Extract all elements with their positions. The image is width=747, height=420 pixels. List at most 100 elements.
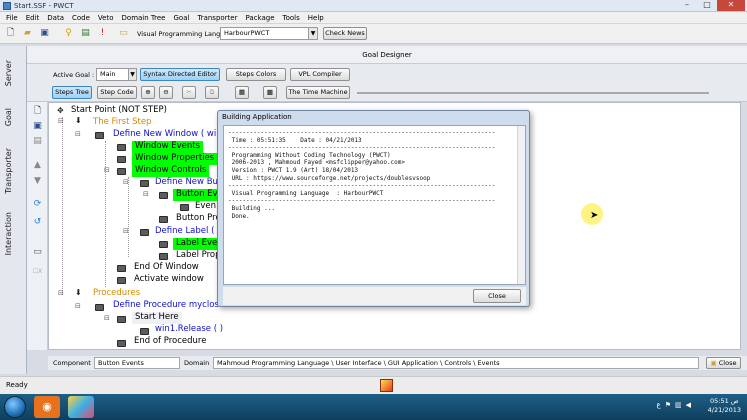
tree-node-define-procedure[interactable]: Define Procedure myclose: [113, 300, 224, 312]
menu-transporter[interactable]: Transporter: [193, 14, 241, 22]
step-icon: [140, 229, 149, 236]
cut-icon[interactable]: ✂: [182, 86, 196, 99]
zoom-out-icon[interactable]: ⊖: [159, 86, 173, 99]
copy-icon[interactable]: ⧉: [205, 86, 219, 99]
tree-node-define-button[interactable]: Define New Butt: [155, 177, 225, 189]
title-bar: Start.SSF - PWCT – □ ✕: [0, 0, 747, 12]
tree-node-define-window[interactable]: Define New Window ( win: [113, 129, 222, 141]
collapse-icon[interactable]: ⊟: [104, 314, 110, 322]
menu-data[interactable]: Data: [43, 14, 68, 22]
collapse-icon[interactable]: ⊟: [75, 302, 81, 310]
collapse-icon[interactable]: ⊟: [123, 227, 129, 235]
zoom-in-icon[interactable]: ⊕: [141, 86, 155, 99]
step-code-button[interactable]: Step Code: [97, 86, 137, 99]
menu-goal[interactable]: Goal: [170, 14, 194, 22]
save-icon[interactable]: ▣: [39, 28, 50, 39]
status-close-button[interactable]: ▣ Close: [706, 357, 741, 369]
undo-icon[interactable]: ↺: [32, 217, 43, 228]
tree-node-event[interactable]: Even: [195, 201, 216, 213]
tab-server[interactable]: Server: [4, 60, 13, 86]
collapse-icon[interactable]: ⊟: [104, 166, 110, 174]
syntax-editor-button[interactable]: Syntax Directed Editor: [140, 68, 220, 81]
build-log[interactable]: ----------------------------------------…: [223, 125, 526, 285]
domain-field[interactable]: Mahmoud Programming Language \ User Inte…: [213, 357, 699, 369]
properties-icon[interactable]: ▤: [32, 136, 43, 147]
pwct-taskbar-icon[interactable]: [68, 396, 94, 418]
menu-help[interactable]: Help: [304, 14, 328, 22]
menu-file[interactable]: File: [2, 14, 22, 22]
menu-code[interactable]: Code: [68, 14, 94, 22]
tree-node-define-label[interactable]: Define Label ( l: [155, 226, 219, 238]
new-file-icon[interactable]: 🗋: [5, 28, 16, 39]
active-goal-label: Active Goal :: [53, 71, 95, 79]
minimize-button[interactable]: –: [677, 0, 697, 11]
menu-domain-tree[interactable]: Domain Tree: [118, 14, 170, 22]
tree-node-window-controls[interactable]: Window Controls: [132, 165, 210, 177]
tree-node-activate-window[interactable]: Activate window: [134, 274, 204, 286]
vpl-select[interactable]: HarbourPWCT ▼: [220, 27, 318, 40]
steps-colors-button[interactable]: Steps Colors: [226, 68, 286, 81]
menu-veto[interactable]: Veto: [94, 14, 118, 22]
tab-transporter[interactable]: Transporter: [4, 148, 13, 194]
active-goal-value: Main: [100, 70, 116, 78]
report-icon[interactable]: ▤: [80, 28, 91, 39]
move-down-icon[interactable]: ▼: [32, 176, 43, 187]
tree-node-window-events[interactable]: Window Events: [132, 141, 203, 153]
language-indicator[interactable]: ع: [657, 401, 661, 409]
check-news-button[interactable]: Check News: [323, 27, 367, 40]
collapse-icon[interactable]: ⊟: [143, 190, 149, 198]
firefox-icon[interactable]: ◉: [34, 396, 60, 418]
open-folder-icon[interactable]: ▰: [22, 28, 33, 39]
time-machine-slider[interactable]: [357, 92, 709, 94]
close-window-button[interactable]: ✕: [717, 0, 745, 11]
print-icon[interactable]: ▩: [263, 86, 277, 99]
tree-node-first-step[interactable]: The First Step: [93, 117, 151, 129]
tree-node-procedures[interactable]: Procedures: [93, 288, 140, 300]
app-icon: [3, 2, 11, 10]
component-field[interactable]: Button Events: [94, 357, 180, 369]
menu-package[interactable]: Package: [241, 14, 278, 22]
tree-node-window-properties[interactable]: Window Properties: [132, 153, 218, 165]
dialog-close-button[interactable]: Close: [473, 289, 521, 303]
collapse-icon[interactable]: ⊟: [58, 289, 64, 297]
tree-node-end-procedure[interactable]: End of Procedure: [134, 336, 206, 348]
tree-node-start-point[interactable]: Start Point (NOT STEP): [71, 105, 167, 117]
maximize-button[interactable]: □: [697, 0, 717, 11]
tree-node-win1-release[interactable]: win1.Release ( ): [155, 324, 223, 336]
tray-volume-icon[interactable]: ◀: [686, 401, 691, 409]
alert-icon[interactable]: !: [97, 28, 108, 39]
hint-icon[interactable]: ♀: [63, 28, 74, 39]
status-tool-icon[interactable]: [380, 379, 393, 392]
cursor-icon: ➤: [590, 210, 599, 221]
checkbox-x-icon[interactable]: ☐X: [32, 266, 43, 277]
new-step-icon[interactable]: 🗋: [32, 106, 43, 117]
tree-node-label-properties[interactable]: Label Prop: [176, 250, 221, 262]
window-icon[interactable]: ▭: [32, 247, 43, 258]
tab-goal[interactable]: Goal: [4, 108, 13, 126]
collapse-icon[interactable]: ⊟: [58, 117, 64, 125]
move-up-icon[interactable]: ▲: [32, 160, 43, 171]
component-status-row: Component Button Events Domain Mahmoud P…: [48, 356, 747, 370]
vpl-compiler-button[interactable]: VPL Compiler: [290, 68, 350, 81]
log-scrollbar[interactable]: [517, 126, 525, 284]
collapse-icon[interactable]: ⊟: [75, 130, 81, 138]
folder-icon[interactable]: ▭: [118, 28, 129, 39]
active-goal-select[interactable]: Main ▼: [96, 68, 137, 81]
tree-tool-strip: 🗋 ▣ ▤ ▲ ▼ ⟳ ↺ ▭ ☐X: [27, 102, 48, 350]
menu-tools[interactable]: Tools: [279, 14, 304, 22]
refresh-icon[interactable]: ⟳: [32, 199, 43, 210]
menu-edit[interactable]: Edit: [22, 14, 44, 22]
steps-tree-button[interactable]: Steps Tree: [52, 86, 92, 99]
time-machine-button[interactable]: The Time Machine: [286, 86, 350, 99]
tab-interaction[interactable]: Interaction: [4, 212, 13, 255]
tree-node-start-here[interactable]: Start Here: [132, 312, 182, 324]
tree-node-button-properties[interactable]: Button Pro: [176, 213, 221, 225]
tray-flag-icon[interactable]: ⚑: [665, 401, 671, 409]
paste-icon[interactable]: ▦: [235, 86, 249, 99]
collapse-icon[interactable]: ⊟: [123, 178, 129, 186]
tray-network-icon[interactable]: ▥: [675, 401, 682, 409]
start-button[interactable]: [4, 396, 26, 418]
clock[interactable]: 05:51 ص 4/21/2013: [708, 397, 741, 415]
tree-node-end-of-window[interactable]: End Of Window: [134, 262, 199, 274]
edit-step-icon[interactable]: ▣: [32, 121, 43, 132]
